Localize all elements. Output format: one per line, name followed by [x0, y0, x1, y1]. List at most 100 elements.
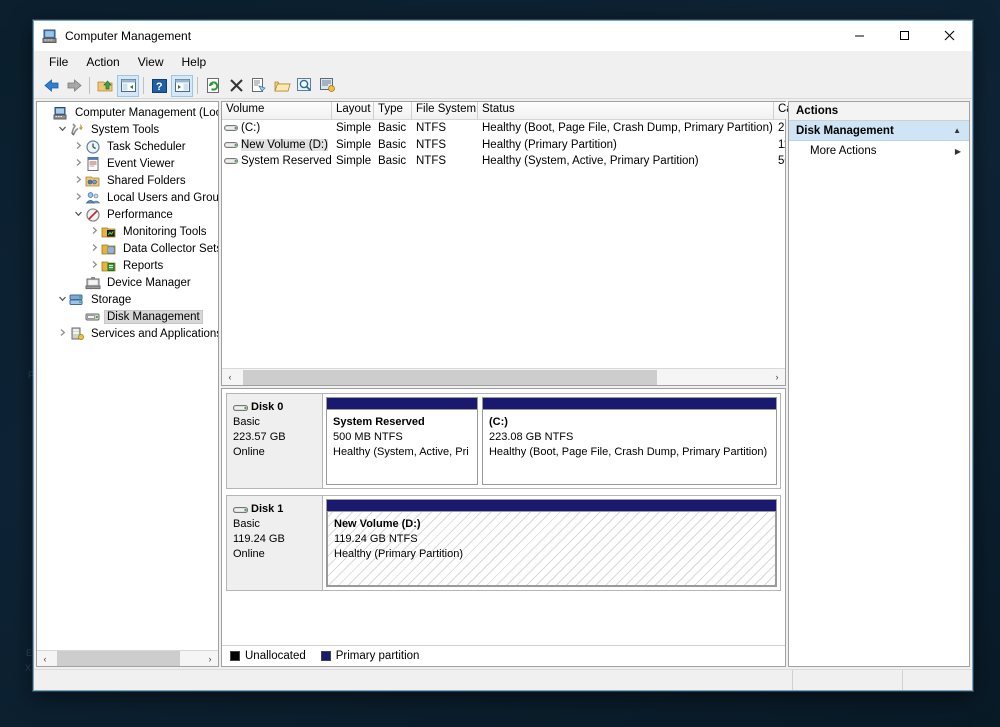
chevron-right-icon[interactable]: ▶ [955, 147, 961, 156]
tree-scroll-thumb[interactable] [57, 651, 179, 666]
disk-info[interactable]: Disk 1Basic119.24 GBOnline [227, 496, 323, 590]
chevron-right-icon[interactable] [88, 243, 101, 254]
tree-item-task-scheduler[interactable]: Task Scheduler [37, 138, 218, 155]
cell-capacity: 11 [774, 139, 785, 151]
close-button[interactable] [927, 21, 972, 50]
cell-layout: Simple [332, 139, 374, 151]
drive-icon [224, 123, 238, 133]
cell-layout: Simple [332, 155, 374, 167]
column-header-volume[interactable]: Volume [222, 102, 332, 119]
chevron-down-icon[interactable] [56, 124, 69, 135]
open-folder-icon[interactable] [271, 75, 293, 97]
disk-info[interactable]: Disk 0Basic223.57 GBOnline [227, 394, 323, 488]
partition-name: System Reserved [333, 415, 471, 430]
volume-scroll-right-button[interactable]: › [769, 369, 785, 385]
legend-swatch [230, 651, 240, 661]
tree-item-device-manager[interactable]: Device Manager [37, 274, 218, 291]
tree-item-services-and-applications[interactable]: Services and Applications [37, 325, 218, 342]
volume-row[interactable]: (C:)SimpleBasicNTFSHealthy (Boot, Page F… [222, 120, 785, 137]
window-title: Computer Management [65, 29, 191, 43]
volume-row[interactable]: System ReservedSimpleBasicNTFSHealthy (S… [222, 153, 785, 170]
tree-item-storage[interactable]: Storage [37, 291, 218, 308]
disk-panel[interactable]: Disk 0Basic223.57 GBOnlineSystem Reserve… [226, 393, 781, 489]
tree-item-disk-management[interactable]: Disk Management [37, 308, 218, 325]
maximize-button[interactable] [882, 21, 927, 50]
chevron-right-icon[interactable] [72, 175, 85, 186]
volume-horizontal-scrollbar[interactable]: ‹ › [222, 368, 785, 385]
rescan-disks-icon[interactable] [317, 75, 339, 97]
disk-kind: Basic [233, 517, 316, 532]
chevron-down-icon[interactable] [56, 294, 69, 305]
tree-item-data-collector-sets[interactable]: Data Collector Sets [37, 240, 218, 257]
back-icon[interactable] [40, 75, 62, 97]
disk-name: Disk 1 [251, 502, 283, 517]
menu-item-action[interactable]: Action [77, 53, 128, 71]
tree-item-system-tools[interactable]: System Tools [37, 121, 218, 138]
show-action-pane-icon[interactable] [171, 75, 193, 97]
cell-status: Healthy (Boot, Page File, Crash Dump, Pr… [478, 122, 774, 134]
chevron-right-icon[interactable] [88, 260, 101, 271]
tree-scroll-track[interactable] [53, 651, 202, 666]
cell-status: Healthy (Primary Partition) [478, 139, 774, 151]
disk-panel[interactable]: Disk 1Basic119.24 GBOnlineNew Volume (D:… [226, 495, 781, 591]
minimize-button[interactable] [837, 21, 882, 50]
up-one-level-icon[interactable] [94, 75, 116, 97]
window-body: Computer Management (LocalSystem Tools Ta… [34, 99, 972, 669]
action-item-label: More Actions [810, 145, 876, 157]
cell-file-system: NTFS [412, 122, 478, 134]
partition[interactable]: New Volume (D:)119.24 GB NTFSHealthy (Pr… [326, 499, 777, 587]
tree-item-label: Task Scheduler [104, 141, 189, 153]
column-header-status[interactable]: Status [478, 102, 774, 119]
volume-scroll-thumb[interactable] [243, 370, 657, 385]
delete-icon[interactable] [225, 75, 247, 97]
partition[interactable]: System Reserved500 MB NTFSHealthy (Syste… [326, 397, 478, 485]
disk-list: Disk 0Basic223.57 GBOnlineSystem Reserve… [222, 389, 785, 645]
chevron-right-icon[interactable] [72, 158, 85, 169]
refresh-icon[interactable] [202, 75, 224, 97]
menu-item-view[interactable]: View [129, 53, 173, 71]
partition[interactable]: (C:)223.08 GB NTFSHealthy (Boot, Page Fi… [482, 397, 777, 485]
tree-item-local-users-and-groups[interactable]: Local Users and Groups [37, 189, 218, 206]
show-hide-tree-icon[interactable] [117, 75, 139, 97]
tree-item-performance[interactable]: Performance [37, 206, 218, 223]
menu-item-file[interactable]: File [40, 53, 77, 71]
volume-scroll-left-button[interactable]: ‹ [222, 369, 238, 385]
tree-scroll-left-button[interactable]: ‹ [37, 651, 53, 667]
volume-list-rows: (C:)SimpleBasicNTFSHealthy (Boot, Page F… [222, 120, 785, 368]
cell-file-system: NTFS [412, 139, 478, 151]
tree-item-event-viewer[interactable]: Event Viewer [37, 155, 218, 172]
column-header-file-system[interactable]: File System [412, 102, 478, 119]
chevron-right-icon[interactable] [88, 226, 101, 237]
zoom-icon[interactable] [294, 75, 316, 97]
cell-volume: System Reserved [222, 155, 332, 167]
tree-item-monitoring-tools[interactable]: Monitoring Tools [37, 223, 218, 240]
action-item-more-actions[interactable]: More Actions ▶ [789, 141, 969, 161]
chevron-down-icon[interactable] [72, 209, 85, 220]
help-icon[interactable]: ? [148, 75, 170, 97]
chevron-right-icon[interactable] [56, 328, 69, 339]
disk-size: 223.57 GB [233, 430, 316, 445]
cell-type: Basic [374, 139, 412, 151]
column-header-layout[interactable]: Layout [332, 102, 374, 119]
chevron-right-icon[interactable] [72, 141, 85, 152]
properties-icon[interactable] [248, 75, 270, 97]
title-bar: Computer Management [34, 21, 972, 51]
volume-row[interactable]: New Volume (D:)SimpleBasicNTFSHealthy (P… [222, 137, 785, 154]
tree-item-reports[interactable]: Reports [37, 257, 218, 274]
chevron-up-icon[interactable]: ▲ [953, 126, 961, 135]
status-message [34, 670, 792, 690]
partition-details: System Reserved500 MB NTFSHealthy (Syste… [326, 410, 478, 485]
cell-status: Healthy (System, Active, Primary Partiti… [478, 155, 774, 167]
tree-scroll-right-button[interactable]: › [202, 651, 218, 667]
computer-management-icon [42, 28, 58, 44]
chevron-right-icon[interactable] [72, 192, 85, 203]
tree-item-shared-folders[interactable]: Shared Folders [37, 172, 218, 189]
menu-item-help[interactable]: Help [173, 53, 216, 71]
tree-item-computer-management-local[interactable]: Computer Management (Local [37, 104, 218, 121]
actions-group-disk-management[interactable]: Disk Management ▲ [789, 121, 969, 141]
volume-scroll-track[interactable] [238, 370, 769, 385]
forward-icon[interactable] [63, 75, 85, 97]
data-collector-icon [101, 241, 117, 257]
column-header-type[interactable]: Type [374, 102, 412, 119]
tree-horizontal-scrollbar[interactable]: ‹ › [37, 650, 218, 666]
